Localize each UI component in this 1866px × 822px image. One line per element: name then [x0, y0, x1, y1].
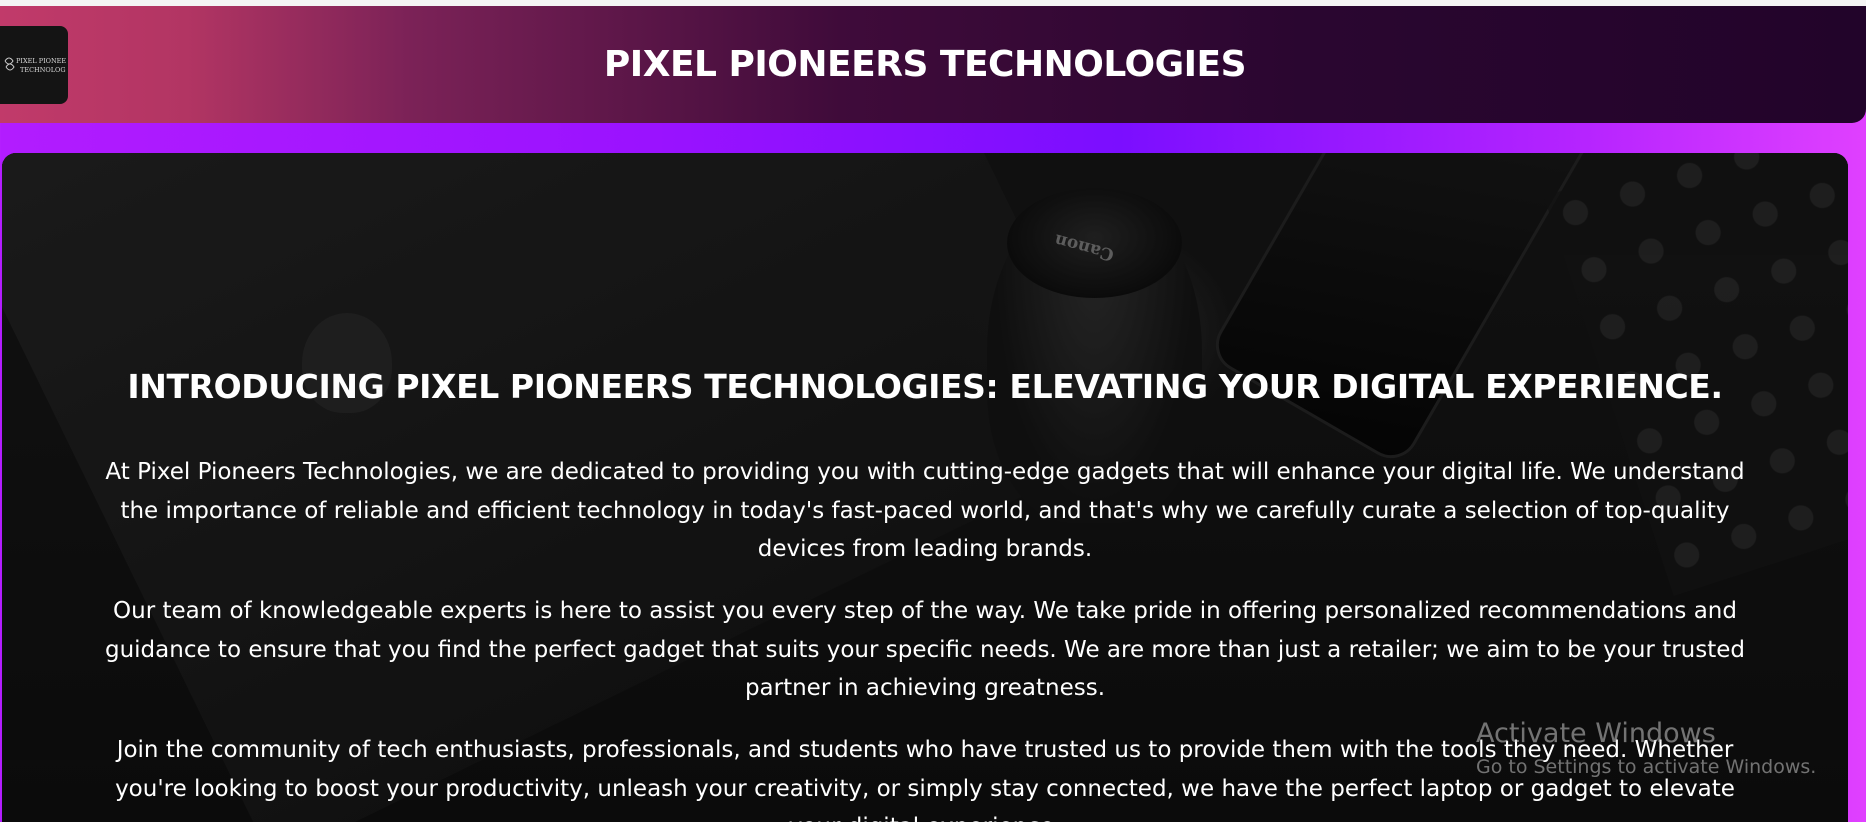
site-title: PIXEL PIONEERS TECHNOLOGIES: [603, 44, 1247, 85]
hero-paragraph-1: At Pixel Pioneers Technologies, we are d…: [105, 459, 1745, 562]
site-header: PIXEL PIONEERS TECHNOLOGIES PIXEL PIONEE…: [0, 6, 1866, 123]
hero-section: Canon INTRODUCING PIXEL PIONEERS TECHNOL…: [2, 153, 1848, 822]
hero-heading: INTRODUCING PIXEL PIONEERS TECHNOLOGIES:…: [127, 367, 1723, 406]
hero-paragraph-3: Join the community of tech enthusiasts, …: [115, 737, 1735, 822]
hero-paragraph-2: Our team of knowledgeable experts is her…: [104, 598, 1745, 701]
